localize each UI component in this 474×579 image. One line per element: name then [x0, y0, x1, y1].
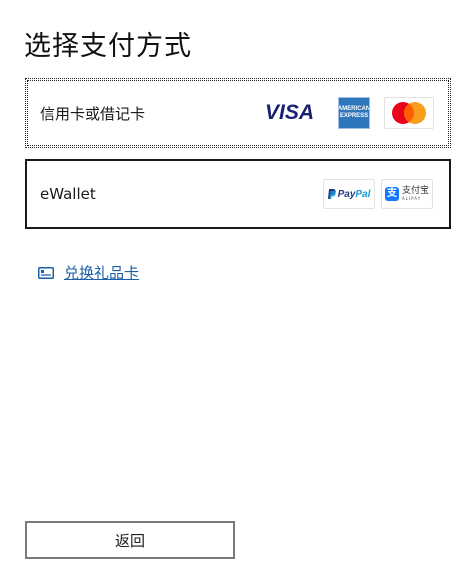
payment-option-card-label: 信用卡或借记卡: [40, 104, 146, 123]
redeem-gift-card-link[interactable]: 兑换礼品卡: [38, 262, 139, 283]
paypal-logo-text-pay: Pay: [337, 188, 356, 200]
paypal-logo-text-pal: Pal: [355, 188, 371, 200]
payment-option-card[interactable]: 信用卡或借记卡 VISA AMERICAN EXPRESS: [25, 78, 451, 148]
alipay-logo-text-cn: 支付宝: [401, 186, 429, 196]
payment-option-ewallet-label: eWallet: [40, 185, 96, 203]
card-logos: VISA AMERICAN EXPRESS: [265, 97, 434, 129]
page-title: 选择支付方式: [24, 31, 192, 62]
payment-option-ewallet[interactable]: eWallet PayPal 支 支付宝 ALIPAY: [25, 159, 451, 229]
alipay-logo-text-en: ALIPAY: [401, 196, 422, 201]
amex-logo-icon: AMERICAN EXPRESS: [330, 97, 378, 129]
redeem-gift-card-label[interactable]: 兑换礼品卡: [64, 262, 139, 283]
amex-logo-text-2: EXPRESS: [339, 113, 369, 119]
mastercard-logo-icon: [384, 97, 434, 129]
visa-logo-icon: VISA: [264, 101, 314, 124]
alipay-logo-icon: 支 支付宝 ALIPAY: [381, 179, 433, 209]
paypal-logo-icon: PayPal: [323, 179, 375, 209]
ewallet-logos: PayPal 支 支付宝 ALIPAY: [323, 179, 433, 209]
amex-logo-text-1: AMERICAN: [337, 106, 371, 112]
back-button[interactable]: 返回: [25, 521, 235, 559]
gift-card-icon: [38, 266, 54, 279]
